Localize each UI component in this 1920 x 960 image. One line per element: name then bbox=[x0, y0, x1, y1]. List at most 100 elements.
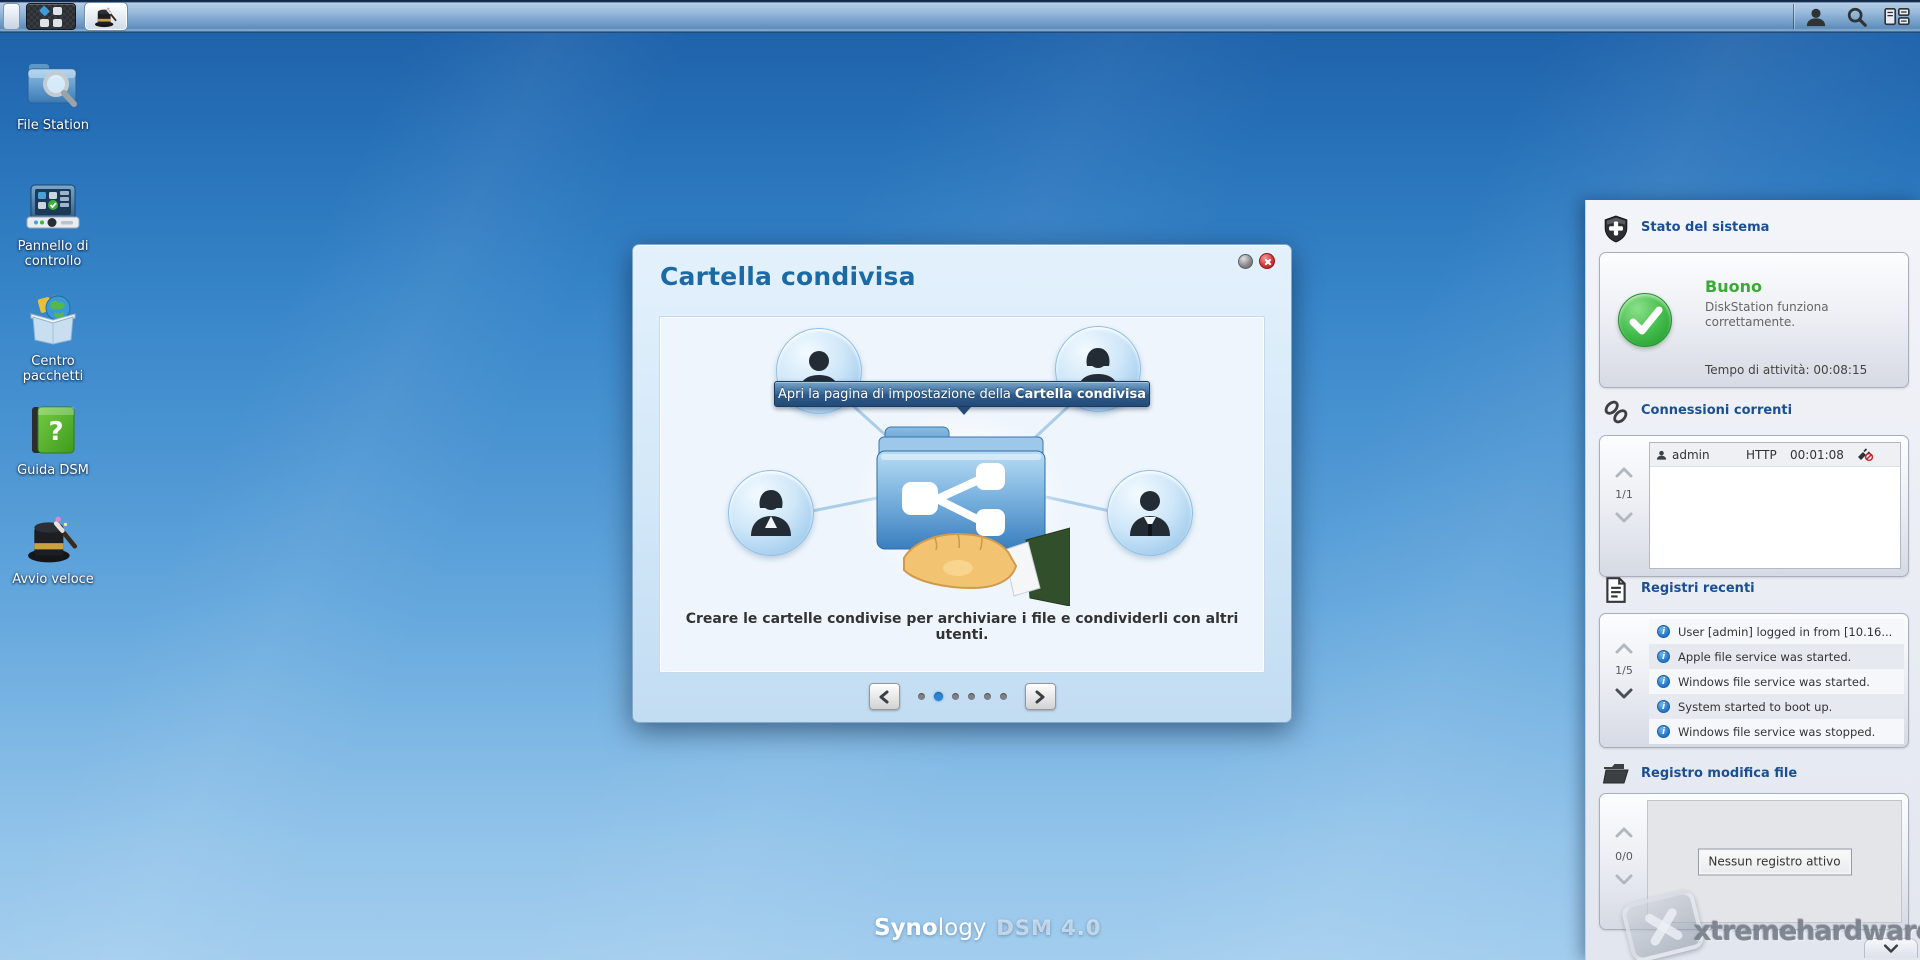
taskbar-separator bbox=[1793, 4, 1794, 29]
main-menu-button[interactable] bbox=[26, 3, 76, 30]
chevron-left-icon bbox=[878, 690, 890, 704]
log-row[interactable]: i Windows file service was started. bbox=[1649, 669, 1904, 694]
info-icon: i bbox=[1657, 725, 1670, 738]
logs-pager: 1/5 bbox=[1600, 614, 1648, 747]
user-bubble-female-dress bbox=[728, 470, 814, 556]
previous-slide-button[interactable] bbox=[869, 683, 900, 710]
pagination-dot[interactable] bbox=[952, 693, 959, 700]
page-down-icon[interactable] bbox=[1615, 512, 1633, 524]
pagination-dot[interactable] bbox=[1000, 693, 1007, 700]
connections-card: 1/1 admin HTTP 00:01:08 bbox=[1599, 435, 1909, 577]
desktop-icon-quick-start[interactable]: Avvio veloce bbox=[0, 514, 106, 587]
log-row[interactable]: i Windows file service was stopped. bbox=[1649, 719, 1904, 744]
status-ok-icon bbox=[1618, 293, 1672, 347]
chain-link-icon bbox=[1602, 398, 1630, 426]
log-row[interactable]: i Apple file service was started. bbox=[1649, 644, 1904, 669]
page-up-icon[interactable] bbox=[1615, 826, 1633, 838]
hand-illustration bbox=[898, 522, 1070, 606]
tooltip-text-bold: Cartella condivisa bbox=[1015, 387, 1146, 402]
disconnect-icon[interactable] bbox=[1856, 447, 1873, 462]
brand-bold: Syno bbox=[874, 915, 938, 941]
widget-panel: Stato del sistema Buono DiskStation funz… bbox=[1585, 200, 1920, 960]
shield-cross-icon bbox=[1602, 215, 1630, 243]
log-text: Windows file service was started. bbox=[1678, 675, 1870, 689]
log-row[interactable]: iUser [admin] logged in from [10.16... bbox=[1649, 619, 1904, 644]
pager-count: 1/5 bbox=[1600, 664, 1648, 677]
magic-hat-icon bbox=[26, 514, 80, 564]
pagination-dot[interactable] bbox=[968, 693, 975, 700]
desktop-icon-dsm-help[interactable]: ? Guida DSM bbox=[0, 405, 106, 478]
status-value: Buono bbox=[1705, 277, 1762, 296]
dsm-help-icon: ? bbox=[28, 405, 78, 455]
desktop-icon-package-center[interactable]: Centro pacchetti bbox=[0, 294, 106, 384]
desktop-icon-control-panel[interactable]: Pannello di controllo bbox=[0, 183, 106, 269]
connections-header: Connessioni correnti bbox=[1586, 398, 1920, 428]
tooltip-text: Apri la pagina di impostazione della bbox=[778, 387, 1011, 402]
search-icon bbox=[1846, 6, 1868, 28]
page-down-icon[interactable] bbox=[1615, 874, 1633, 886]
info-icon: i bbox=[1657, 650, 1670, 663]
dialog-title: Cartella condivisa bbox=[660, 262, 916, 291]
logs-list: iUser [admin] logged in from [10.16... i… bbox=[1649, 619, 1904, 742]
connection-user: admin bbox=[1672, 448, 1746, 462]
log-text: Windows file service was stopped. bbox=[1678, 725, 1875, 739]
minimize-button[interactable] bbox=[1238, 254, 1253, 269]
tutorial-caption: Creare le cartelle condivise per archivi… bbox=[660, 611, 1264, 643]
page-up-icon[interactable] bbox=[1615, 642, 1633, 654]
tutorial-stage: Apri la pagina di impostazione della Car… bbox=[659, 316, 1265, 673]
info-icon: i bbox=[1657, 675, 1670, 688]
page-up-icon[interactable] bbox=[1615, 466, 1633, 478]
widget-title: Connessioni correnti bbox=[1641, 403, 1792, 418]
pager-count: 0/0 bbox=[1600, 850, 1648, 863]
show-desktop-button[interactable] bbox=[3, 3, 20, 30]
connections-list: admin HTTP 00:01:08 bbox=[1649, 442, 1901, 569]
magic-hat-icon bbox=[94, 6, 118, 28]
widget-title: Registri recenti bbox=[1641, 581, 1755, 596]
pagination-dot[interactable] bbox=[918, 693, 925, 700]
pagination-dot[interactable] bbox=[984, 693, 991, 700]
pager-count: 1/1 bbox=[1600, 488, 1648, 501]
chevron-right-icon bbox=[1034, 690, 1046, 704]
tooltip-pointer bbox=[957, 407, 971, 415]
pilot-view-button[interactable] bbox=[1884, 5, 1910, 29]
widget-title: Registro modifica file bbox=[1641, 766, 1797, 781]
file-station-icon bbox=[25, 58, 81, 110]
log-row[interactable]: iSystem started to boot up. bbox=[1649, 694, 1904, 719]
user-icon bbox=[1656, 449, 1667, 461]
dsm-version: DSM 4.0 bbox=[996, 916, 1101, 940]
close-icon[interactable] bbox=[1259, 253, 1275, 269]
page-down-icon[interactable] bbox=[1615, 688, 1633, 700]
info-icon: i bbox=[1657, 700, 1670, 713]
pagination-dot-active[interactable] bbox=[934, 692, 943, 701]
system-status-header: Stato del sistema bbox=[1586, 215, 1920, 245]
file-change-log-header: Registro modifica file bbox=[1586, 761, 1920, 791]
connection-protocol: HTTP bbox=[1746, 448, 1790, 462]
desktop: File Station Pannello di controllo bbox=[0, 0, 1920, 960]
status-description: DiskStation funziona correttamente. bbox=[1705, 300, 1885, 330]
log-text: Apple file service was started. bbox=[1678, 650, 1851, 664]
pilot-view-icon bbox=[1884, 7, 1910, 27]
shared-folder-dialog: Cartella condivisa bbox=[632, 244, 1292, 723]
brand-rest: logy bbox=[938, 915, 987, 941]
no-active-log-button[interactable]: Nessun registro attivo bbox=[1698, 848, 1852, 875]
user-menu-button[interactable] bbox=[1803, 5, 1829, 29]
search-button[interactable] bbox=[1844, 5, 1870, 29]
next-slide-button[interactable] bbox=[1025, 683, 1056, 710]
tutorial-tooltip[interactable]: Apri la pagina di impostazione della Car… bbox=[774, 381, 1150, 407]
desktop-icon-label: Avvio veloce bbox=[0, 572, 106, 587]
svg-text:?: ? bbox=[48, 417, 63, 447]
connection-time: 00:01:08 bbox=[1790, 448, 1856, 462]
tutorial-pagination bbox=[633, 683, 1291, 710]
main-menu-icon bbox=[40, 7, 62, 27]
widget-title: Stato del sistema bbox=[1641, 220, 1769, 235]
connection-row[interactable]: admin HTTP 00:01:08 bbox=[1650, 443, 1900, 467]
log-document-icon bbox=[1602, 576, 1630, 604]
desktop-icon-label: Centro pacchetti bbox=[0, 354, 106, 384]
desktop-icon-file-station[interactable]: File Station bbox=[0, 58, 106, 133]
recent-logs-header: Registri recenti bbox=[1586, 576, 1920, 606]
desktop-icon-label: File Station bbox=[0, 118, 106, 133]
system-status-card: Buono DiskStation funziona correttamente… bbox=[1599, 252, 1909, 388]
control-panel-icon bbox=[25, 183, 81, 231]
log-text: User [admin] logged in from [10.16... bbox=[1678, 625, 1892, 639]
quick-start-taskbar-button[interactable] bbox=[85, 3, 127, 30]
